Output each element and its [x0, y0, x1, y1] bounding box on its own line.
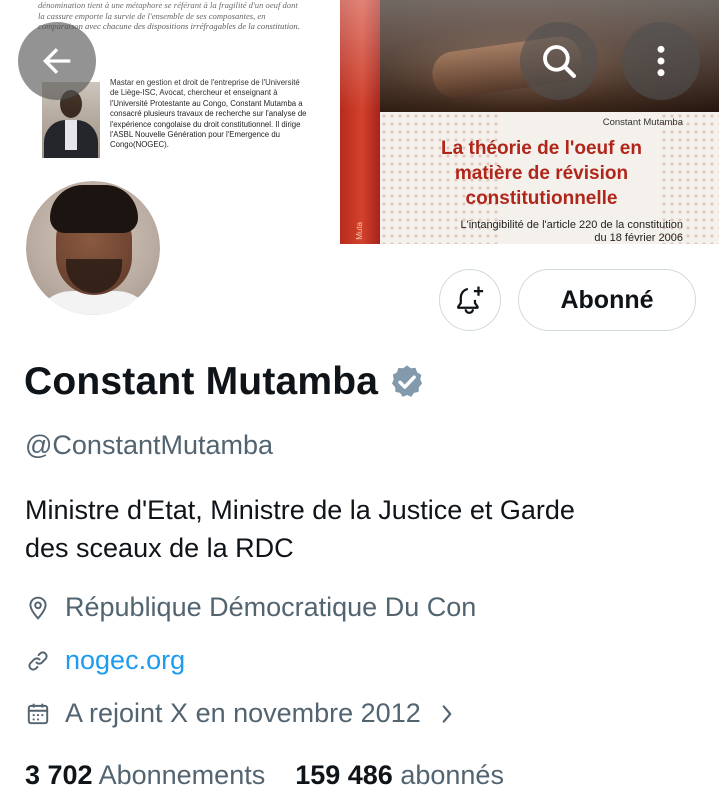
bio-line: Ministre d'Etat, Ministre de la Justice … [25, 495, 575, 525]
verified-badge-icon[interactable] [388, 363, 426, 401]
book-spine-text: Muta [355, 222, 364, 240]
book-author-bio: Mastar en gestion et droit de l'entrepri… [110, 78, 307, 150]
followers-count: 159 486 [295, 760, 393, 790]
followers-stat[interactable]: 159 486 abonnés [295, 760, 504, 790]
avatar[interactable] [22, 177, 164, 319]
follow-stats: 3 702 Abonnements 159 486 abonnés [25, 760, 504, 791]
following-count: 3 702 [25, 760, 93, 790]
avatar-image [26, 181, 160, 315]
more-options-button[interactable] [622, 22, 700, 100]
bio-line: des sceaux de la RDC [25, 533, 294, 563]
search-icon [543, 45, 576, 78]
display-name: Constant Mutamba [24, 360, 379, 403]
location-pin-icon [29, 596, 47, 620]
following-label: Abonnements [98, 760, 266, 790]
book-subtitle: L'intangibilité de l'article 220 de la c… [380, 219, 683, 244]
calendar-icon [27, 703, 49, 724]
website-row: nogec.org [25, 645, 185, 676]
book-title-line: constitutionnelle [465, 188, 618, 209]
user-handle: @ConstantMutamba [25, 430, 274, 460]
joined-row[interactable]: A rejoint X en novembre 2012 [25, 698, 455, 729]
book-title-line: matière de révision [454, 163, 629, 184]
book-title: La théorie de l'oeuf en matière de révis… [380, 136, 703, 211]
book-subtitle-line: du 18 février 2006 [594, 231, 683, 244]
location-row: République Démocratique Du Con [25, 592, 476, 623]
joined-date-text: A rejoint X en novembre 2012 [65, 698, 421, 728]
location-text: République Démocratique Du Con [65, 592, 477, 622]
back-button[interactable] [18, 22, 96, 100]
back-cover-text: dénomination tient à une métaphore se ré… [38, 0, 300, 32]
arrow-left-icon [42, 48, 71, 74]
more-vertical-icon [657, 45, 665, 77]
book-title-line: La théorie de l'oeuf en [441, 138, 642, 159]
link-icon [28, 650, 48, 671]
book-author-name: Constant Mutamba [602, 117, 683, 128]
book-subtitle-line: L'intangibilité de l'article 220 de la c… [460, 219, 683, 231]
search-button[interactable] [520, 22, 598, 100]
notifications-button[interactable] [439, 269, 501, 331]
following-stat[interactable]: 3 702 Abonnements [25, 760, 265, 790]
following-button[interactable]: Abonné [518, 269, 696, 331]
bell-plus-icon [457, 286, 484, 314]
website-link[interactable]: nogec.org [65, 645, 185, 676]
profile-bio: Ministre d'Etat, Ministre de la Justice … [25, 491, 705, 567]
chevron-right-icon [442, 704, 452, 723]
name-row: Constant Mutamba [24, 358, 426, 406]
followers-label: abonnés [400, 760, 504, 790]
book-spine [340, 0, 380, 244]
